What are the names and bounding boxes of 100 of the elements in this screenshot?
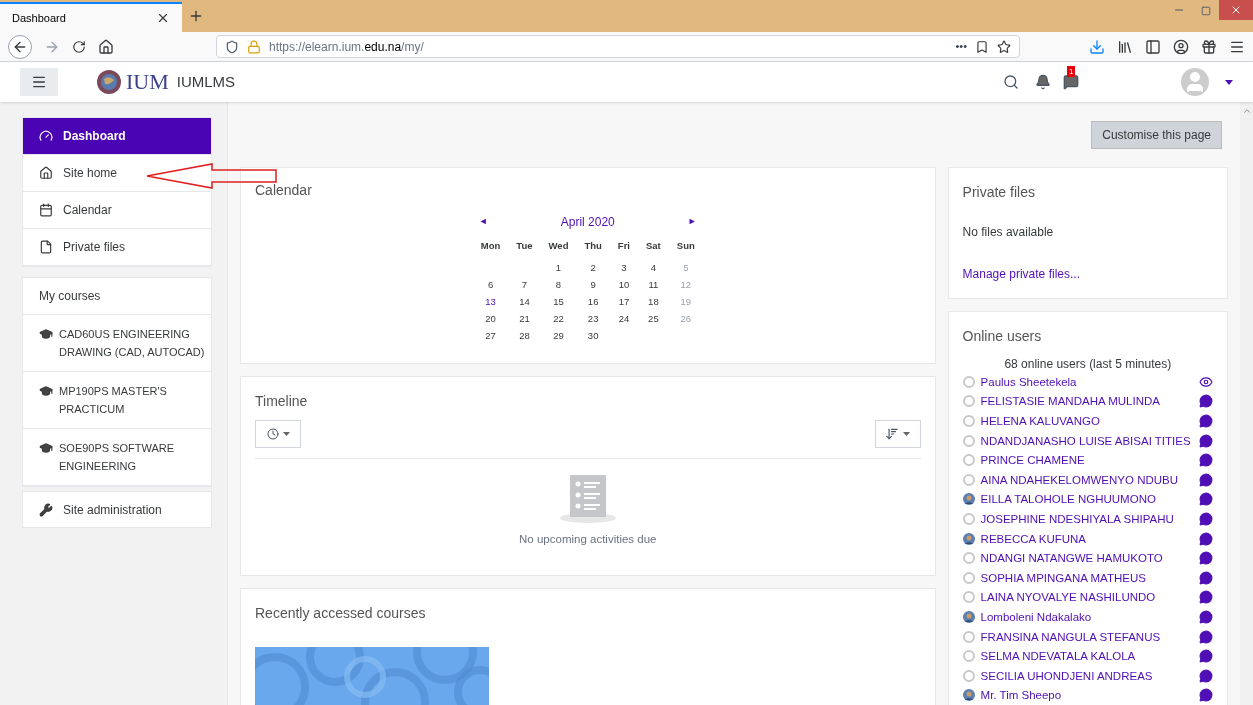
- calendar-day[interactable]: 22: [553, 312, 564, 324]
- message-icon[interactable]: [1199, 551, 1213, 566]
- sort-icon: [885, 427, 900, 441]
- user-link[interactable]: HELENA KALUVANGO: [980, 414, 1193, 428]
- more-icon[interactable]: •••: [955, 38, 967, 55]
- message-icon[interactable]: [1199, 570, 1213, 585]
- next-month-link[interactable]: ►: [687, 215, 697, 229]
- calendar-day[interactable]: 17: [618, 295, 630, 307]
- star-icon[interactable]: [997, 39, 1011, 54]
- back-button[interactable]: [8, 34, 32, 59]
- message-icon[interactable]: [1199, 609, 1213, 624]
- empty-list-icon: [559, 475, 616, 523]
- close-icon[interactable]: [156, 11, 170, 25]
- weekday-header: Sat: [646, 240, 661, 251]
- calendar-day[interactable]: 20: [485, 312, 496, 324]
- calendar-day[interactable]: 10: [618, 278, 630, 290]
- user-link[interactable]: AINA NDAHEKELOMWENYO NDUBU: [980, 472, 1193, 487]
- calendar-day[interactable]: 13: [485, 295, 496, 307]
- calendar-day[interactable]: 28: [519, 329, 530, 341]
- user-link[interactable]: FRANSINA NANGULA STEFANUS: [980, 629, 1193, 644]
- calendar-day[interactable]: 8: [555, 278, 562, 290]
- sort-dropdown[interactable]: [874, 420, 921, 448]
- gift-icon[interactable]: [1201, 38, 1217, 55]
- calendar-day[interactable]: 1: [555, 261, 562, 273]
- message-icon[interactable]: [1199, 433, 1213, 448]
- user-link[interactable]: NDANDJANASHO LUISE ABISAI TITIES: [980, 433, 1193, 448]
- message-icon[interactable]: [1199, 688, 1213, 703]
- user-link[interactable]: SELMA NDEVATALA KALOLA: [980, 649, 1193, 664]
- avatar-icon: [962, 434, 975, 447]
- eye-icon[interactable]: [1199, 374, 1213, 389]
- message-icon[interactable]: [1199, 492, 1213, 507]
- account-icon[interactable]: [1173, 38, 1189, 55]
- course-item[interactable]: CAD60US ENGINEERING DRAWING (CAD, AUTOCAD): [23, 315, 211, 372]
- message-icon[interactable]: [1199, 394, 1213, 409]
- message-icon[interactable]: [1199, 472, 1213, 487]
- user-link[interactable]: NDANGI NATANGWE HAMUKOTO: [980, 551, 1193, 566]
- weekday-header: Thu: [584, 240, 602, 251]
- user-link[interactable]: FELISTASIE MANDAHA MULINDA: [980, 394, 1193, 409]
- address-bar[interactable]: https://elearn.ium.edu.na/my/ •••: [216, 35, 1020, 58]
- message-icon[interactable]: [1199, 531, 1213, 546]
- nav-item[interactable]: Dashboard: [23, 118, 211, 155]
- user-link[interactable]: REBECCA KUFUNA: [980, 531, 1193, 546]
- calendar-day[interactable]: 30: [587, 329, 599, 341]
- calendar-day[interactable]: 16: [587, 295, 599, 307]
- user-link[interactable]: Paulus Sheetekela: [980, 374, 1193, 389]
- calendar-day[interactable]: 14: [519, 295, 530, 307]
- message-icon[interactable]: [1199, 649, 1213, 664]
- customise-button[interactable]: Customise this page: [1091, 121, 1222, 149]
- user-link[interactable]: SOPHIA MPINGANA MATHEUS: [980, 570, 1193, 585]
- browser-tab[interactable]: Dashboard: [0, 2, 182, 32]
- caret-icon[interactable]: [1225, 79, 1233, 85]
- site-name[interactable]: IUMLMS: [176, 70, 236, 94]
- course-item[interactable]: SOE90PS SOFTWARE ENGINEERING: [23, 429, 211, 486]
- calendar-day[interactable]: 9: [590, 278, 596, 290]
- month-title[interactable]: April 2020: [560, 213, 615, 231]
- user-link[interactable]: Mr. Tim Sheepo: [980, 688, 1193, 703]
- home-icon[interactable]: [98, 38, 114, 55]
- reload-icon[interactable]: [72, 39, 86, 54]
- card-title: Timeline: [255, 392, 309, 411]
- calendar-day[interactable]: 7: [521, 278, 528, 290]
- menu-button[interactable]: [20, 68, 58, 96]
- avatar-icon: [962, 473, 975, 486]
- download-icon[interactable]: [1089, 38, 1105, 55]
- calendar-day[interactable]: 4: [650, 261, 657, 273]
- manage-files-link[interactable]: Manage private files...: [962, 265, 1213, 283]
- calendar-day[interactable]: 11: [648, 278, 659, 290]
- calendar-day[interactable]: 25: [648, 312, 659, 324]
- bell-icon[interactable]: [1035, 74, 1051, 90]
- calendar-day[interactable]: 29: [553, 329, 564, 341]
- date-filter-dropdown[interactable]: [255, 420, 301, 448]
- message-icon[interactable]: [1199, 511, 1213, 526]
- new-tab-icon[interactable]: [188, 8, 204, 24]
- calendar-day[interactable]: 23: [587, 312, 599, 324]
- user-link[interactable]: EILLA TALOHOLE NGHUUMONO: [980, 492, 1193, 507]
- search-icon[interactable]: [1003, 74, 1019, 90]
- message-icon[interactable]: [1199, 590, 1213, 605]
- site-administration-item[interactable]: Site administration: [22, 491, 212, 528]
- user-link[interactable]: Lomboleni Ndakalako: [980, 609, 1193, 624]
- previous-month-link[interactable]: ◄: [478, 215, 488, 229]
- course-item[interactable]: MP190PS MASTER'S PRACTICUM: [23, 372, 211, 429]
- user-link[interactable]: SECILIA UHONDJENI ANDREAS: [980, 668, 1193, 683]
- calendar-day[interactable]: 3: [621, 261, 627, 273]
- calendar-day[interactable]: 21: [519, 312, 530, 324]
- message-icon[interactable]: [1199, 668, 1213, 683]
- message-icon[interactable]: [1199, 414, 1213, 428]
- library-icon[interactable]: [1117, 38, 1133, 55]
- calendar-day[interactable]: 6: [487, 278, 494, 290]
- user-link[interactable]: LAINA NYOVALYE NASHILUNDO: [980, 590, 1193, 605]
- avatar-icon: [962, 591, 975, 604]
- calendar-day[interactable]: 24: [618, 312, 630, 324]
- calendar-day[interactable]: 2: [590, 261, 596, 273]
- calendar-day[interactable]: 27: [485, 329, 496, 341]
- lock-icon: [247, 39, 261, 54]
- user-link[interactable]: PRINCE CHAMENE: [980, 453, 1193, 468]
- calendar-day[interactable]: 15: [553, 295, 564, 307]
- message-icon[interactable]: [1199, 453, 1213, 468]
- sidebar-icon[interactable]: [1145, 38, 1161, 55]
- message-icon[interactable]: [1199, 629, 1213, 644]
- calendar-day[interactable]: 18: [648, 295, 659, 307]
- user-link[interactable]: JOSEPHINE NDESHIYALA SHIPAHU: [980, 511, 1193, 526]
